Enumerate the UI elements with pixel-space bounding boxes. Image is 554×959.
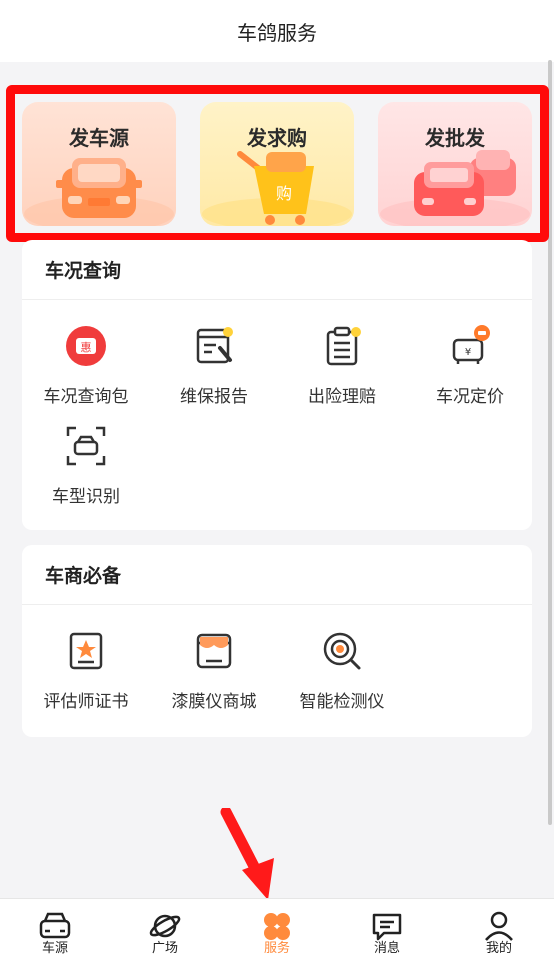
annotation-arrow-icon <box>220 808 274 900</box>
service-label: 出险理赔 <box>308 387 376 407</box>
service-car-model-recognition[interactable]: 车型识别 <box>22 424 150 507</box>
service-maintenance-report[interactable]: 维保报告 <box>150 324 278 407</box>
nav-tab-messages[interactable]: 消息 <box>332 899 442 959</box>
nav-tab-service[interactable]: 服务 <box>222 899 332 959</box>
maintenance-report-icon <box>192 324 236 368</box>
service-insurance-claim[interactable]: 出险理赔 <box>278 324 406 407</box>
service-car-condition-pack[interactable]: 惠 车况查询包 <box>22 324 150 407</box>
car-icon <box>24 158 174 226</box>
service-label: 漆膜仪商城 <box>171 692 257 712</box>
page-title: 车鸽服务 <box>237 20 317 45</box>
scrollbar[interactable] <box>548 60 552 825</box>
service-smart-detector[interactable]: 智能检测仪 <box>278 629 406 712</box>
dealer-essentials-panel: 车商必备 评估师证书 漆膜仪商城 智能检测仪 <box>22 545 532 737</box>
car-scan-icon <box>64 424 108 468</box>
nav-tab-plaza[interactable]: 广场 <box>110 899 220 959</box>
publish-wholesale-card[interactable]: 发批发 <box>378 102 532 226</box>
store-icon <box>192 629 236 673</box>
service-label: 车况定价 <box>436 387 504 407</box>
service-label: 评估师证书 <box>43 692 129 712</box>
car-condition-panel: 车况查询 惠 车况查询包 维保报告 出险理赔 ¥ 车况定价 车型识别 <box>22 240 532 530</box>
publish-car-source-card[interactable]: 发车源 <box>22 102 176 226</box>
detector-icon <box>320 629 364 673</box>
nav-label: 消息 <box>373 941 400 956</box>
dealer-essentials-title: 车商必备 <box>22 545 532 605</box>
svg-text:惠: 惠 <box>81 340 92 354</box>
nav-label: 车源 <box>41 941 68 956</box>
bottom-navigation: 车源 广场 服务 消息 我的 <box>0 898 554 959</box>
two-cars-icon <box>380 150 530 226</box>
nav-tab-profile[interactable]: 我的 <box>444 899 554 959</box>
shopping-cart-icon: 购 <box>202 151 352 226</box>
service-car-pricing[interactable]: ¥ 车况定价 <box>406 324 534 407</box>
service-label: 维保报告 <box>180 387 248 407</box>
nav-label: 我的 <box>485 941 512 956</box>
nav-label: 广场 <box>151 941 178 956</box>
publish-purchase-label: 发求购 <box>247 126 307 150</box>
price-tag-car-icon: ¥ <box>448 324 492 368</box>
service-label: 车型识别 <box>52 487 120 507</box>
app-header: 车鸽服务 <box>0 0 554 62</box>
service-appraiser-certificate[interactable]: 评估师证书 <box>22 629 150 712</box>
nav-tab-car-source[interactable]: 车源 <box>0 899 110 959</box>
car-condition-title: 车况查询 <box>22 240 532 300</box>
service-label: 车况查询包 <box>43 387 129 407</box>
purchase-badge-text: 购 <box>276 184 292 203</box>
ticket-badge-icon: 惠 <box>64 324 108 368</box>
svg-text:¥: ¥ <box>465 347 471 358</box>
certificate-icon <box>64 629 108 673</box>
service-label: 智能检测仪 <box>299 692 385 712</box>
publish-wholesale-label: 发批发 <box>425 126 485 150</box>
nav-label: 服务 <box>263 941 290 956</box>
publish-purchase-card[interactable]: 购 发求购 <box>200 102 354 226</box>
service-paint-gauge-store[interactable]: 漆膜仪商城 <box>150 629 278 712</box>
claim-document-icon <box>320 324 364 368</box>
publish-car-source-label: 发车源 <box>69 126 129 150</box>
publish-actions: 发车源 购 发求购 发批发 <box>22 102 532 226</box>
